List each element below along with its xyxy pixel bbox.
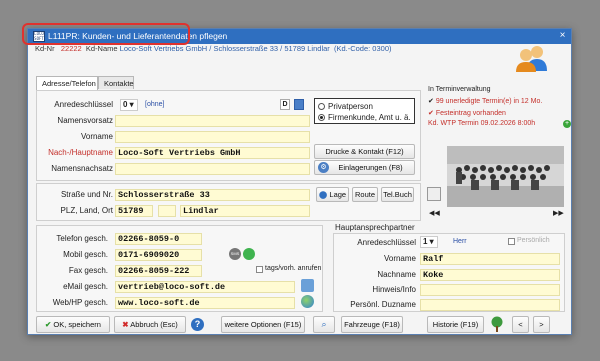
globe-icon[interactable] [301, 295, 314, 308]
mobil-field[interactable]: 0171-6909020 [115, 249, 202, 261]
telefon-field[interactable]: 02266-8059-0 [115, 233, 202, 245]
customer-number: 22222 [60, 44, 82, 53]
photo-next-button[interactable]: ▶▶ [553, 209, 564, 217]
termin-title: In Terminverwaltung [428, 86, 491, 93]
vorname-label: Vorname [80, 132, 113, 141]
plz-label: PLZ, Land, Ort [60, 206, 113, 215]
nachsatz-field[interactable] [115, 163, 310, 175]
persoenlich-label: Persönlich [517, 237, 550, 244]
anrede-select[interactable]: 0 ▾ [120, 99, 138, 111]
fax-field[interactable]: 02266-8059-222 [115, 265, 202, 277]
sms-icon[interactable]: SMS [229, 248, 241, 260]
hp-anrede-label: Anredeschlüssel [357, 238, 416, 247]
mobil-label: Mobil gesch. [63, 250, 108, 259]
telefon-label: Telefon gesch. [56, 234, 108, 243]
hp-nachname-field[interactable]: Koke [420, 269, 560, 281]
plz-field[interactable]: 51789 [115, 205, 153, 217]
anrede-label: Anredeschlüssel [54, 100, 113, 109]
customer-name-label: Kd-Name [85, 44, 118, 53]
nachname-label: Nach-/Hauptname [48, 148, 113, 157]
list-icon[interactable] [294, 99, 304, 110]
drucke-kontakt-button[interactable]: Drucke & Kontakt (F12) [314, 144, 415, 159]
photo-prev-button[interactable]: ◀◀ [429, 209, 440, 217]
fahrzeuge-button[interactable]: Fahrzeuge (F18) [341, 316, 403, 333]
ok-save-button[interactable]: ✔ OK, speichern [36, 316, 110, 333]
tab-adresse-telefon[interactable]: Adresse/Telefon [36, 76, 98, 90]
image-icon[interactable] [427, 187, 441, 201]
termin-line-2: ✔ Festeintrag vorhanden [428, 110, 506, 117]
search-icon: ⌕ [321, 319, 327, 329]
hp-hinweis-field[interactable] [420, 284, 560, 296]
hp-duzname-field[interactable] [420, 299, 560, 311]
hp-anrede-select[interactable]: 1 ▾ [420, 236, 438, 248]
hp-hinweis-label: Hinweis/Info [372, 285, 416, 294]
weitere-optionen-button[interactable]: weitere Optionen (F15) [221, 316, 305, 333]
cancel-x-icon: ✖ [122, 320, 129, 329]
users-icon [515, 43, 549, 73]
web-field[interactable]: www.loco-soft.de [115, 297, 295, 309]
web-label: Web/HP gesch. [52, 298, 108, 307]
location-pin-icon: ⬤ [318, 190, 328, 199]
termin-line-1: ✔ 99 unerledigte Termin(e) in 12 Mo. [428, 98, 543, 105]
firma-label: Firmenkunde, Amt u. ä. [328, 113, 411, 122]
telbuch-button[interactable]: Tel.Buch [381, 187, 414, 202]
customer-number-label: Kd-Nr [35, 44, 55, 53]
email-field[interactable]: vertrieb@loco-soft.de [115, 281, 295, 293]
company-photo [447, 146, 564, 207]
hp-vorname-field[interactable]: Ralf [420, 253, 560, 265]
vorname-field[interactable] [115, 131, 310, 143]
next-record-button[interactable]: > [533, 316, 550, 333]
close-icon[interactable]: × [556, 30, 569, 42]
anrede-text: [ohne] [145, 101, 165, 108]
vorsatz-label: Namensvorsatz [57, 116, 113, 125]
ort-field[interactable]: Lindlar [180, 205, 310, 217]
tags-checkbox[interactable] [256, 266, 263, 273]
whatsapp-icon[interactable] [243, 248, 255, 260]
abbruch-button[interactable]: ✖ Abbruch (Esc) [114, 316, 186, 333]
email-send-icon[interactable] [301, 279, 314, 292]
search-button[interactable]: ⌕ [313, 316, 335, 333]
customer-type-group: Privatperson Firmenkunde, Amt u. ä. [314, 98, 415, 124]
land-field[interactable] [158, 205, 176, 217]
add-termin-icon[interactable]: + [563, 120, 571, 128]
privat-radio[interactable] [318, 103, 325, 110]
customer-summary: Loco-Soft Vertriebs GmbH / Schlosserstra… [119, 44, 330, 53]
nachname-field[interactable]: Loco-Soft Vertriebs GmbH [115, 147, 310, 159]
vorsatz-field[interactable] [115, 115, 310, 127]
hauptansprech-title: Hauptansprechpartner [335, 223, 415, 232]
prev-record-button[interactable]: < [512, 316, 529, 333]
strasse-field[interactable]: Schlosserstraße 33 [115, 189, 310, 201]
fax-label: Fax gesch. [68, 266, 108, 275]
hp-nachname-label: Nachname [377, 270, 416, 279]
historie-button[interactable]: Historie (F19) [427, 316, 484, 333]
nachsatz-label: Namensnachsatz [51, 164, 113, 173]
d-button[interactable]: D [280, 99, 290, 110]
strasse-label: Straße und Nr. [60, 190, 113, 199]
hp-vorname-label: Vorname [383, 254, 416, 263]
tags-label: tags/vorh. anrufen [265, 265, 322, 272]
lage-button[interactable]: ⬤ Lage [316, 187, 349, 202]
persoenlich-checkbox[interactable] [508, 238, 515, 245]
firma-radio[interactable] [318, 114, 325, 121]
termin-line-3[interactable]: Kd. WTP Termin 09.02.2026 8:00h [428, 120, 535, 127]
tab-kontakte[interactable]: Kontakte [98, 76, 134, 89]
route-button[interactable]: Route [352, 187, 378, 202]
customer-header: Kd-Nr 22222 Kd-Name Loco-Soft Vertriebs … [35, 44, 392, 53]
einlagerungen-button[interactable]: ⚙ Einlagerungen (F8) [314, 160, 415, 175]
title-highlight-box [22, 23, 190, 45]
hp-anrede-text: Herr [453, 238, 467, 245]
tree-icon[interactable] [489, 316, 505, 333]
customer-code: (Kd.-Code: 0300) [333, 44, 392, 53]
privat-label: Privatperson [328, 102, 373, 111]
main-window: LOCO SOFT L111PR: Kunden- und Lieferante… [27, 28, 572, 335]
email-label: eMail gesch. [63, 282, 108, 291]
hp-duzname-label: Persönl. Duzname [350, 300, 416, 309]
tire-icon: ⚙ [318, 162, 329, 173]
help-icon[interactable]: ? [191, 318, 204, 331]
check-icon: ✔ [45, 320, 52, 329]
